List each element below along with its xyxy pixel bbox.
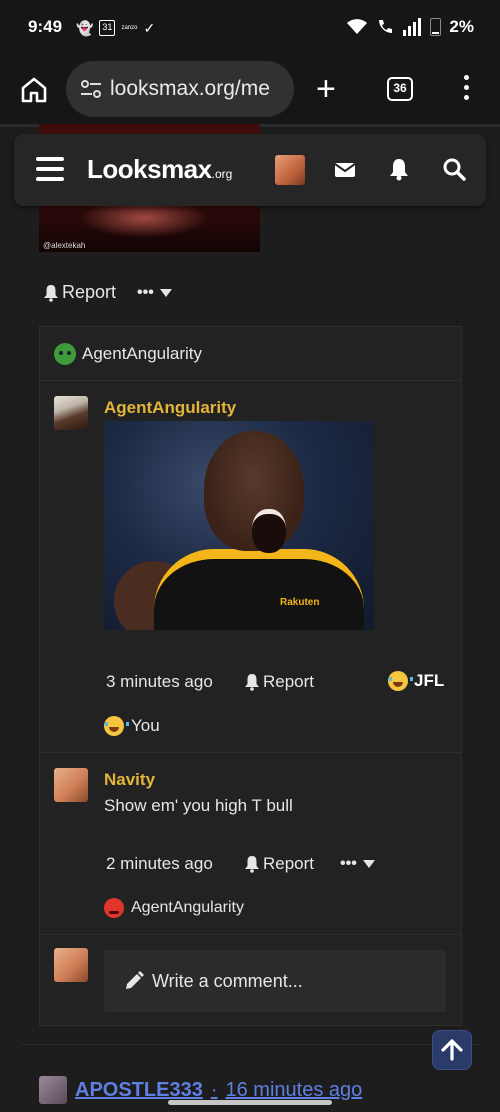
report-label: Report	[62, 282, 117, 302]
comments-section: AgentAngularity AgentAngularity Rakuten …	[39, 326, 462, 1026]
download-done-icon: ✓	[143, 20, 156, 36]
status-notification-icons: 👻 31 zanzo ✓	[76, 19, 155, 37]
next-post-author[interactable]: APOSTLE333	[75, 1079, 203, 1102]
write-comment-input[interactable]: Write a comment...	[104, 950, 446, 1012]
chevron-down-icon	[362, 860, 375, 868]
site-logo[interactable]: Looksmax.org	[87, 154, 232, 185]
bell-icon	[245, 856, 259, 873]
more-dots-icon: •••	[137, 284, 154, 301]
chevron-down-icon	[159, 289, 172, 297]
divider	[22, 1044, 480, 1045]
hamburger-menu-icon[interactable]	[36, 157, 64, 181]
home-icon[interactable]	[18, 74, 50, 106]
comment-reactions[interactable]: You	[104, 716, 160, 736]
jersey-brand-text: Rakuten	[280, 597, 320, 608]
arrow-up-icon	[441, 1039, 463, 1061]
tab-switcher-button[interactable]: 36	[387, 77, 413, 101]
image-watermark: @alextekah	[43, 241, 86, 250]
url-text: looksmax.org/me	[110, 77, 270, 100]
reaction-label: JFL	[414, 671, 445, 690]
app-label: zanzo	[121, 25, 138, 31]
next-post-time[interactable]: 16 minutes ago	[226, 1079, 363, 1102]
comment-report-link[interactable]: Report	[244, 672, 314, 692]
post-more-menu[interactable]: •••	[137, 284, 172, 302]
gesture-navigation-bar[interactable]	[168, 1100, 332, 1105]
user-avatar[interactable]	[275, 155, 305, 185]
comment-more-menu[interactable]: •••	[340, 855, 375, 873]
report-label: Report	[263, 854, 315, 873]
divider	[40, 380, 461, 381]
battery-icon	[430, 18, 442, 36]
bell-icon	[44, 284, 58, 302]
site-header: Looksmax.org	[14, 134, 486, 206]
signal-icon	[403, 18, 422, 36]
next-post-separator: ·	[210, 1078, 218, 1101]
comment-author[interactable]: Navity	[104, 770, 155, 790]
search-icon[interactable]	[442, 157, 466, 181]
status-time: 9:49	[28, 17, 63, 36]
new-tab-button[interactable]: +	[316, 72, 336, 106]
react-button[interactable]: JFL	[388, 671, 444, 691]
site-settings-icon[interactable]	[80, 79, 102, 99]
reacted-by: You	[131, 716, 160, 735]
pencil-icon	[126, 971, 144, 989]
mail-icon[interactable]	[334, 160, 356, 180]
comment-author[interactable]: AgentAngularity	[104, 398, 236, 418]
status-system-icons: 2%	[346, 17, 474, 37]
comment-time[interactable]: 2 minutes ago	[106, 854, 213, 874]
post-report-link[interactable]: Report	[43, 282, 116, 303]
scroll-to-top-button[interactable]	[432, 1030, 472, 1070]
comment-report-link[interactable]: Report	[244, 854, 314, 874]
comment-reactions[interactable]: AgentAngularity	[104, 898, 244, 918]
snapchat-icon: 👻	[76, 20, 94, 36]
browser-menu-icon[interactable]	[460, 75, 472, 103]
avatar	[54, 948, 88, 982]
bell-icon[interactable]	[388, 157, 410, 181]
status-bar: 9:49 👻 31 zanzo ✓ 2%	[0, 0, 500, 58]
comment-time[interactable]: 3 minutes ago	[106, 672, 213, 692]
bell-icon	[245, 674, 259, 691]
sick-emoji-icon	[54, 343, 76, 365]
crying-laughing-emoji-icon	[388, 671, 413, 691]
wifi-call-icon	[379, 20, 393, 33]
divider	[40, 752, 461, 753]
reacted-by: AgentAngularity	[131, 899, 244, 916]
avatar[interactable]	[54, 768, 88, 802]
crying-laughing-emoji-icon	[104, 716, 129, 736]
reaction-user: AgentAngularity	[82, 344, 203, 363]
logo-suffix: .org	[211, 167, 233, 181]
logo-main: Looksmax	[87, 154, 212, 184]
comment-text: Show em' you high T bull	[104, 796, 293, 815]
comment-image[interactable]: Rakuten	[104, 421, 374, 630]
web-page: @alextekah Looksmax.org Report ••• Agent…	[0, 124, 500, 1112]
divider	[40, 934, 461, 935]
browser-toolbar: looksmax.org/me + 36	[0, 58, 500, 124]
avatar[interactable]	[54, 396, 88, 430]
battery-percent: 2%	[449, 17, 474, 36]
reaction-summary[interactable]: AgentAngularity	[54, 343, 202, 365]
avatar[interactable]	[39, 1076, 67, 1104]
wifi-icon	[347, 19, 368, 34]
more-dots-icon: •••	[340, 855, 357, 872]
report-label: Report	[263, 672, 315, 691]
calendar-icon: 31	[99, 20, 116, 36]
address-bar[interactable]: looksmax.org/me	[66, 61, 294, 117]
write-comment-placeholder: Write a comment...	[152, 970, 303, 991]
angry-emoji-icon	[104, 898, 124, 918]
